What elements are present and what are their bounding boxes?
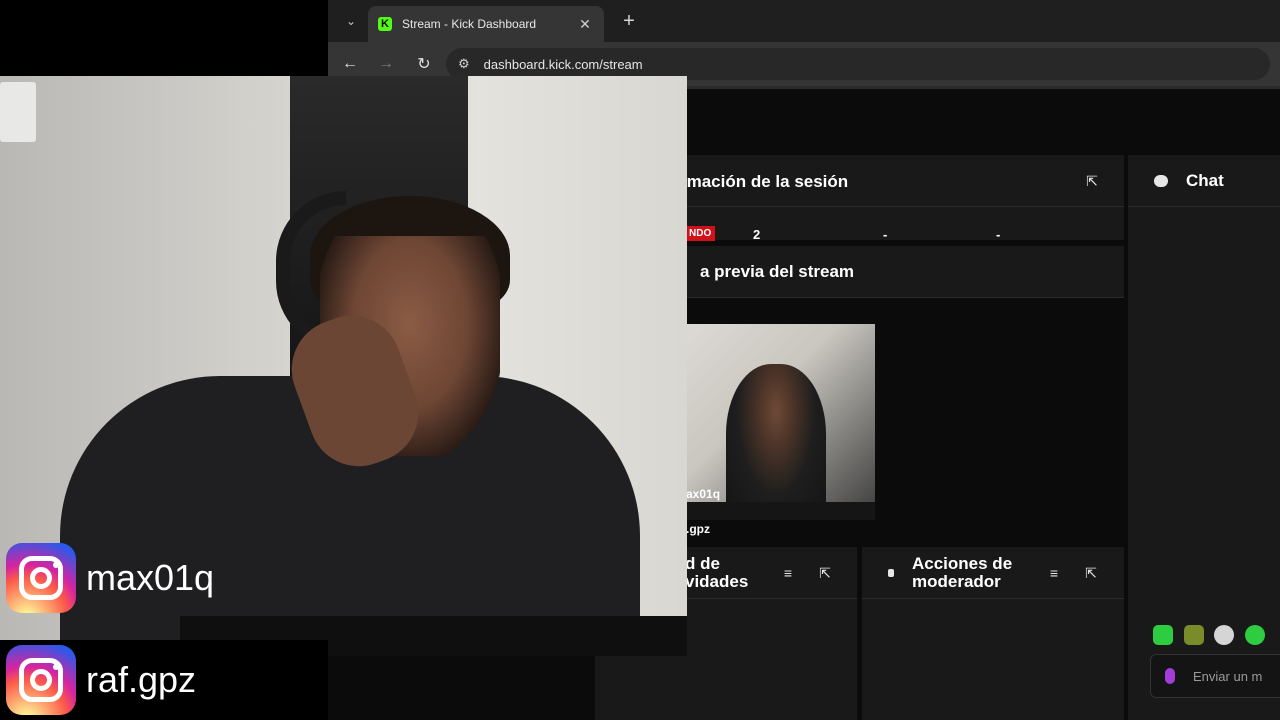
popout-icon[interactable]: ⇱ (1082, 171, 1102, 191)
chat-title: Chat (1186, 171, 1224, 190)
session-info-title: rmación de la sesión (680, 172, 849, 191)
url-text: dashboard.kick.com/stream (483, 56, 643, 72)
instagram-icon (6, 645, 76, 715)
reload-icon[interactable]: ↻ (412, 52, 436, 76)
browser-tab[interactable]: K Stream - Kick Dashboard ✕ (368, 6, 604, 42)
session-stat-2: - (883, 227, 888, 242)
shield-icon (888, 569, 894, 577)
site-settings-icon[interactable]: ⚙ (458, 56, 470, 72)
preview-overlay-name-2: .gpz (686, 522, 710, 536)
stream-preview-title: a previa del stream (700, 262, 855, 281)
activity-title-line1: d de (685, 554, 720, 573)
chat-header: Chat (1128, 155, 1280, 207)
mod-title-line2: moderador (912, 572, 1001, 591)
session-stat-3: - (996, 227, 1001, 242)
preview-overlay-name-1: ax01q (686, 487, 721, 501)
emote-icon[interactable] (1184, 625, 1204, 645)
moderator-actions-title: Acciones de moderador (912, 555, 1012, 591)
activity-title-line2: vidades (685, 572, 749, 591)
new-tab-button[interactable]: + (616, 8, 642, 34)
tab-list-chevron-icon[interactable]: ⌄ (338, 8, 364, 34)
social-handle: raf.gpz (86, 659, 197, 700)
social-badge: raf.gpz (0, 640, 328, 720)
preview-desk (686, 502, 875, 520)
stream-preview-video[interactable]: ax01q (686, 324, 875, 520)
emote-icon[interactable] (1245, 625, 1265, 645)
social-handle: max01q (86, 557, 215, 598)
air-conditioner (0, 82, 36, 142)
moderator-actions-panel: Acciones de moderador ≡ ⇱ (862, 547, 1124, 720)
popout-icon[interactable]: ⇱ (815, 563, 835, 583)
screen: ⌄ K Stream - Kick Dashboard ✕ + ← → ↻ ⚙ … (0, 0, 1280, 720)
emote-icon[interactable] (1153, 625, 1173, 645)
chat-input-placeholder: Enviar un m (1193, 668, 1263, 684)
moderator-actions-header: Acciones de moderador ≡ ⇱ (862, 547, 1124, 599)
kick-favicon-icon: K (378, 17, 392, 31)
viewer-count: 2 (753, 227, 761, 242)
browser-tab-bar: ⌄ K Stream - Kick Dashboard ✕ + (328, 0, 1280, 42)
tab-title: Stream - Kick Dashboard (402, 17, 537, 31)
preview-streamer-image (726, 364, 826, 520)
instagram-icon (6, 543, 76, 613)
filter-icon[interactable]: ≡ (1044, 563, 1064, 583)
live-status-badge: NDO (685, 226, 716, 241)
chat-message-input[interactable]: Enviar un m (1150, 654, 1280, 698)
tab-close-icon[interactable]: ✕ (576, 16, 594, 33)
filter-icon[interactable]: ≡ (778, 563, 798, 583)
mod-title-line1: Acciones de (912, 554, 1013, 573)
social-badge: max01q (0, 538, 328, 618)
microphone-icon[interactable] (1165, 668, 1175, 684)
back-arrow-icon[interactable]: ← (338, 52, 362, 76)
emote-icon[interactable] (1214, 625, 1234, 645)
chat-bubble-icon (1154, 175, 1168, 187)
activity-feed-title: d de vidades (685, 555, 748, 591)
popout-icon[interactable]: ⇱ (1081, 563, 1101, 583)
forward-arrow-icon[interactable]: → (374, 52, 398, 76)
